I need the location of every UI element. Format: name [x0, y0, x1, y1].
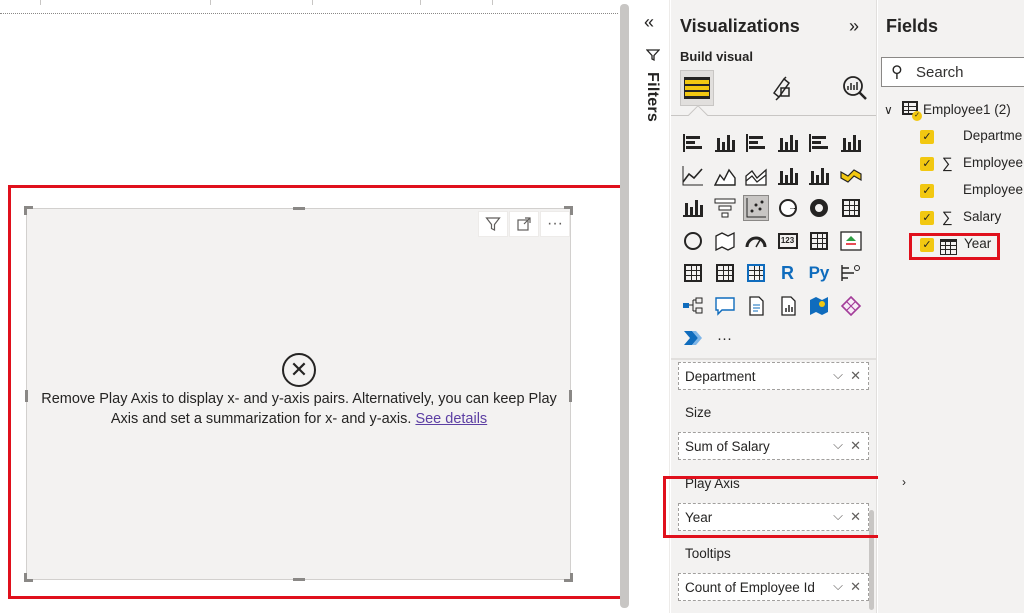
azure-map-icon[interactable] [807, 294, 831, 318]
checkbox-checked[interactable]: ✓ [920, 184, 934, 198]
build-visual-icon [684, 77, 710, 99]
fields-pane: Fields ⚲ Search ∨ ✓ Employee1 (2) ✓ Depa… [878, 0, 1024, 613]
well-label-size: Size [685, 405, 712, 420]
qa-visual-icon[interactable] [713, 294, 737, 318]
gallery-divider [671, 358, 876, 360]
100-stacked-column-chart-icon[interactable] [839, 131, 863, 155]
ribbon-separator [492, 0, 493, 5]
matrix-icon[interactable] [744, 261, 768, 285]
gauge-icon[interactable] [744, 229, 768, 253]
chevron-down-icon[interactable]: ⌵ [833, 578, 843, 594]
100-stacked-bar-chart-icon[interactable] [807, 131, 831, 155]
line-and-clustered-column-icon[interactable] [807, 164, 831, 188]
well-size[interactable]: Sum of Salary ⌵ ✕ [678, 432, 869, 460]
checkbox-checked[interactable]: ✓ [920, 157, 934, 171]
magnifier-chart-icon [843, 76, 867, 100]
close-icon[interactable]: ✕ [850, 368, 861, 384]
line-chart-icon[interactable] [681, 164, 705, 188]
expand-pane-icon[interactable]: » [849, 16, 859, 37]
filters-label[interactable]: Filters [643, 72, 661, 122]
search-input[interactable]: ⚲ Search [881, 57, 1024, 87]
stacked-column-chart-icon[interactable] [713, 131, 737, 155]
visual-type-gallery: 123 R Py ··· [681, 131, 869, 359]
well-tooltips-value: Count of Employee Id [685, 580, 815, 595]
table-name[interactable]: Employee1 (2) [923, 102, 1011, 117]
ribbon-separator [312, 0, 313, 5]
field-name: Employee [963, 155, 1024, 170]
search-placeholder: Search [916, 64, 964, 81]
well-label-tooltips: Tooltips [685, 546, 731, 561]
decomposition-tree-icon[interactable] [681, 294, 705, 318]
checked-badge-icon: ✓ [912, 111, 922, 121]
field-name: Salary [963, 209, 1002, 224]
checkbox-checked[interactable]: ✓ [920, 130, 934, 144]
field-name: Employee [963, 182, 1024, 197]
funnel-chart-icon[interactable] [713, 196, 737, 220]
more-visuals-icon[interactable]: ··· [713, 326, 737, 350]
filled-map-icon[interactable] [713, 229, 737, 253]
multi-row-card-icon[interactable] [807, 229, 831, 253]
clustered-column-chart-icon[interactable] [776, 131, 800, 155]
card-icon[interactable]: 123 [776, 229, 800, 253]
stacked-area-chart-icon[interactable] [744, 164, 768, 188]
pie-chart-icon[interactable] [776, 196, 800, 220]
treemap-icon[interactable] [839, 196, 863, 220]
close-icon[interactable]: ✕ [850, 438, 861, 454]
power-apps-icon[interactable] [839, 294, 863, 318]
well-tooltips[interactable]: Count of Employee Id ⌵ ✕ [678, 573, 869, 601]
chevron-down-icon[interactable]: ⌵ [833, 437, 843, 453]
visualizations-title: Visualizations [680, 16, 800, 36]
ribbon-separator [40, 0, 41, 5]
power-automate-icon[interactable] [681, 326, 705, 350]
chevron-right-icon[interactable]: › [902, 475, 906, 489]
close-icon[interactable]: ✕ [850, 579, 861, 595]
collapse-filters-icon[interactable]: « [644, 12, 654, 33]
well-legend[interactable]: Department ⌵ ✕ [678, 362, 869, 390]
stacked-bar-chart-icon[interactable] [681, 131, 705, 155]
key-influencers-icon[interactable] [839, 261, 863, 285]
analytics-tab[interactable] [838, 70, 872, 106]
field-name: Departme [963, 128, 1023, 143]
chevron-down-icon[interactable]: ⌵ [833, 367, 843, 383]
fields-title: Fields [886, 16, 939, 36]
ribbon-chart-icon[interactable] [839, 164, 863, 188]
field-item[interactable]: ✓ ∑ Salary [878, 209, 1024, 231]
checkbox-checked[interactable]: ✓ [920, 211, 934, 225]
paintbrush-icon [772, 76, 791, 101]
smart-narrative-icon[interactable] [744, 294, 768, 318]
sigma-icon: ∑ [942, 155, 953, 172]
viz-mode-tabs [680, 70, 870, 110]
ribbon-edge [0, 0, 618, 14]
field-item[interactable]: ✓ Departme [878, 128, 1024, 150]
sigma-icon: ∑ [942, 209, 953, 226]
python-visual-icon[interactable]: Py [807, 261, 831, 285]
field-item[interactable]: ✓ ∑ Employee [878, 155, 1024, 177]
format-visual-tab[interactable] [764, 70, 798, 106]
well-size-value: Sum of Salary [685, 439, 770, 454]
kpi-icon[interactable] [839, 229, 863, 253]
line-and-stacked-column-icon[interactable] [776, 164, 800, 188]
canvas-scrollbar[interactable] [620, 4, 629, 608]
scatter-chart-icon[interactable] [743, 195, 769, 221]
highlight-box-visual [8, 185, 629, 599]
ribbon-separator [210, 0, 211, 5]
donut-chart-icon[interactable] [807, 196, 831, 220]
ribbon-separator [420, 0, 421, 5]
build-visual-tab[interactable] [680, 70, 714, 106]
search-icon: ⚲ [891, 64, 903, 81]
highlight-box-year [909, 233, 1000, 260]
chevron-down-icon[interactable]: ∨ [884, 103, 893, 117]
slicer-icon[interactable] [681, 261, 705, 285]
area-chart-icon[interactable] [713, 164, 737, 188]
clustered-bar-chart-icon[interactable] [744, 131, 768, 155]
paginated-report-icon[interactable] [776, 294, 800, 318]
field-item[interactable]: ✓ Employee [878, 182, 1024, 204]
build-visual-label: Build visual [680, 49, 753, 64]
table-icon[interactable] [713, 261, 737, 285]
well-legend-value: Department [685, 369, 756, 384]
filter-pane-icon [645, 48, 661, 65]
r-visual-icon[interactable]: R [776, 261, 800, 285]
map-icon[interactable] [681, 229, 705, 253]
waterfall-chart-icon[interactable] [681, 196, 705, 220]
